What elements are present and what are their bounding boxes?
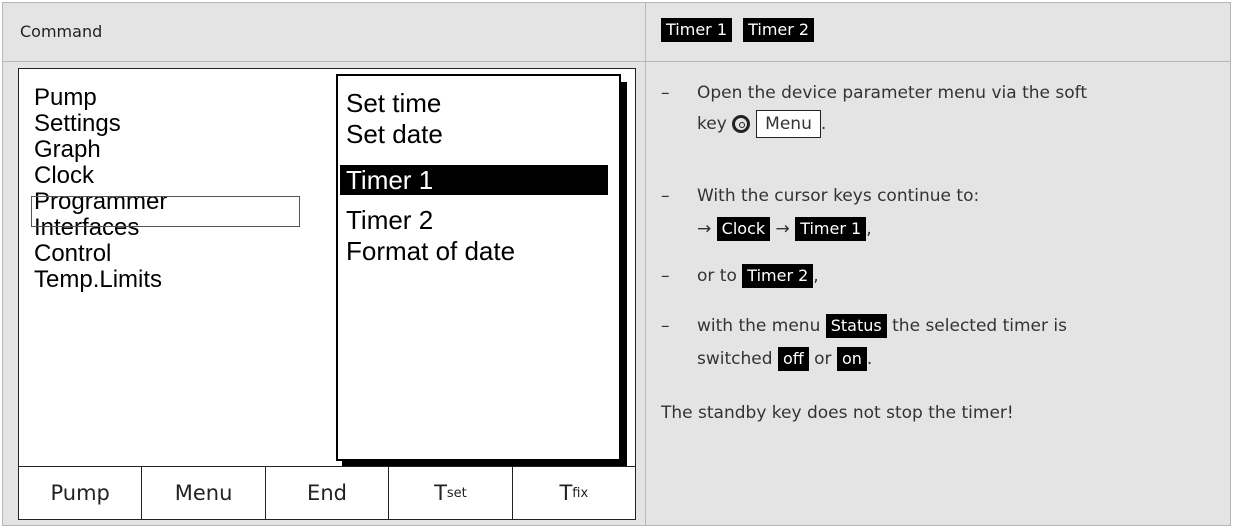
- softkey-pump-label: Pump: [50, 481, 110, 505]
- status-tag: Status: [825, 314, 887, 338]
- header-timer-tags: Timer 1 Timer 2: [661, 18, 815, 42]
- step1-dash: –: [661, 83, 670, 103]
- timer1-path-tag: Timer 1: [795, 217, 867, 241]
- step2-line1: – With the cursor keys continue to:: [661, 185, 979, 207]
- or-text: or: [814, 349, 832, 369]
- step4b-text: switched: [697, 349, 773, 369]
- arrow-right-icon: →: [775, 219, 790, 239]
- main-menu: Pump Settings Graph Clock Programmer Int…: [34, 85, 167, 293]
- softkey-end-label: End: [307, 481, 347, 505]
- softkey-tfix-label: T: [559, 481, 573, 505]
- submenu-item-set-date[interactable]: Set date: [346, 119, 443, 149]
- clock-submenu: Set time Set date Timer 1 Timer 2 Format…: [336, 74, 621, 461]
- column-divider: [645, 2, 646, 526]
- softkey-tset[interactable]: Tset: [388, 467, 511, 519]
- submenu-item-timer1[interactable]: Timer 1: [340, 165, 608, 195]
- step3-text: or to: [697, 266, 737, 286]
- softkey-tfix-subscript: fix: [572, 485, 589, 501]
- menu-item-graph[interactable]: Graph: [34, 137, 167, 163]
- menu-item-settings[interactable]: Settings: [34, 111, 167, 137]
- device-display: Pump Settings Graph Clock Programmer Int…: [18, 68, 636, 520]
- softkey-tset-subscript: set: [446, 485, 467, 501]
- softkey-tset-label: T: [434, 481, 447, 505]
- softkey-bar: Pump Menu End Tset Tfix: [19, 466, 635, 519]
- menu-item-pump[interactable]: Pump: [34, 85, 167, 111]
- clock-tag: Clock: [716, 217, 771, 241]
- softkey-end[interactable]: End: [264, 467, 388, 519]
- step2-dash: –: [661, 186, 670, 206]
- step4-dash: –: [661, 316, 670, 336]
- timer1-tag: Timer 1: [661, 18, 732, 42]
- softkey-menu-label: Menu: [174, 481, 233, 505]
- step1-period: .: [820, 114, 827, 134]
- submenu-item-set-time[interactable]: Set time: [346, 88, 441, 118]
- step1-line2: key Menu.: [661, 110, 826, 138]
- step1-line1: – Open the device parameter menu via the …: [661, 82, 1087, 104]
- on-tag: on: [836, 347, 867, 371]
- timer2-tag: Timer 2: [743, 18, 815, 42]
- step3-comma: ,: [813, 266, 819, 286]
- submenu-item-format-of-date[interactable]: Format of date: [346, 236, 515, 266]
- menu-softkey-label: Menu: [765, 114, 812, 134]
- submenu-item-timer2[interactable]: Timer 2: [346, 205, 433, 235]
- step4-period: .: [866, 349, 873, 369]
- softkey-pump[interactable]: Pump: [19, 467, 141, 519]
- header-command-label: Command: [20, 22, 103, 41]
- step1-text: Open the device parameter menu via the s…: [697, 83, 1087, 103]
- softkey-tfix[interactable]: Tfix: [511, 467, 635, 519]
- step4-suffix: the selected timer is: [892, 316, 1067, 336]
- step3-dash: –: [661, 266, 670, 286]
- menu-softkey-graphic: Menu: [756, 110, 821, 138]
- step1-key-word: key: [697, 114, 727, 134]
- step4-text: with the menu: [697, 316, 821, 336]
- menu-item-temp-limits[interactable]: Temp.Limits: [34, 267, 167, 293]
- standby-note: The standby key does not stop the timer!: [661, 403, 1014, 423]
- softkey-menu[interactable]: Menu: [141, 467, 264, 519]
- selection-frame: [31, 196, 300, 227]
- menu-item-control[interactable]: Control: [34, 241, 167, 267]
- knob-icon: [732, 115, 751, 133]
- header-divider: [2, 61, 1231, 62]
- menu-item-clock[interactable]: Clock: [34, 163, 167, 189]
- step3: – or to Timer 2,: [661, 264, 819, 288]
- step4-line1: – with the menu Status the selected timer…: [661, 314, 1067, 338]
- off-tag: off: [777, 347, 809, 371]
- step4-line2: switched off or on.: [661, 347, 873, 371]
- step2-comma: ,: [866, 219, 872, 239]
- arrow-right-icon: →: [697, 219, 712, 239]
- step2-line2: → Clock → Timer 1,: [661, 217, 872, 241]
- step2-text: With the cursor keys continue to:: [697, 186, 980, 206]
- timer2-path-tag: Timer 2: [742, 264, 814, 288]
